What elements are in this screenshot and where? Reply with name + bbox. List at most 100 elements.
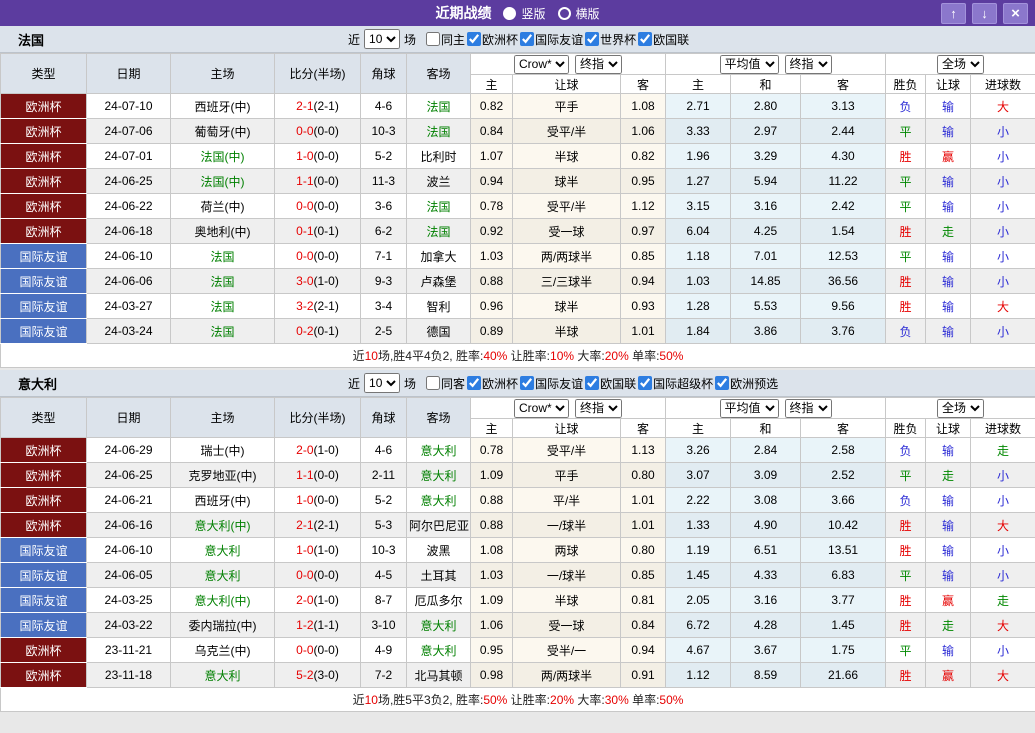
league-filter[interactable]: 欧国联 xyxy=(583,375,636,392)
handicap-away-odds-cell: 0.81 xyxy=(621,588,666,613)
result-winloss-cell: 胜 xyxy=(886,588,926,613)
odds-stage-select[interactable]: 终指 xyxy=(575,55,622,74)
result-goals-cell: 小 xyxy=(971,319,1035,344)
league-filter[interactable]: 国际友谊 xyxy=(518,375,583,392)
handicap-line-cell: 受半/一 xyxy=(513,638,621,663)
radio-vertical-layout[interactable]: 竖版 xyxy=(503,5,545,22)
result-handicap-cell: 走 xyxy=(926,463,971,488)
average-source-select[interactable]: 平均值 xyxy=(720,55,779,74)
scope-select[interactable]: 全场 xyxy=(937,55,984,74)
recent-count-select[interactable]: 10 xyxy=(364,29,400,49)
titlebar: 近期战绩 竖版 横版 ↑ ↓ × xyxy=(0,0,1035,26)
header-select-group: 平均值终指 xyxy=(666,398,886,419)
average-away-cell: 1.45 xyxy=(801,613,886,638)
result-goals-cell: 小 xyxy=(971,119,1035,144)
handicap-home-odds-cell: 0.88 xyxy=(471,269,513,294)
away-team-cell: 比利时 xyxy=(407,144,471,169)
average-stage-select[interactable]: 终指 xyxy=(785,55,832,74)
handicap-line-cell: 一/球半 xyxy=(513,563,621,588)
league-cell: 国际友谊 xyxy=(1,269,87,294)
date-cell: 24-06-05 xyxy=(87,563,171,588)
average-draw-cell: 6.51 xyxy=(731,538,801,563)
away-team-cell: 意大利 xyxy=(407,463,471,488)
table-row: 国际友谊24-03-25意大利(中)2-0(1-0)8-7厄瓜多尔1.09半球0… xyxy=(1,588,1035,613)
summary-table-row: 近10场,胜5平3负2, 胜率:50% 让胜率:20% 大率:30% 单率:50… xyxy=(1,688,1035,712)
result-winloss-cell: 平 xyxy=(886,194,926,219)
average-draw-cell: 4.90 xyxy=(731,513,801,538)
average-source-select[interactable]: 平均值 xyxy=(720,399,779,418)
radio-horizontal-layout[interactable]: 横版 xyxy=(558,5,600,22)
recent-count-select[interactable]: 10 xyxy=(364,373,400,393)
league-filter-checkbox[interactable] xyxy=(520,376,534,390)
league-filter-checkbox[interactable] xyxy=(520,32,534,46)
section-filter-row: 法国近10场同主欧洲杯国际友谊世界杯欧国联 xyxy=(0,26,1035,53)
league-filter-checkbox[interactable] xyxy=(638,376,652,390)
result-handicap-cell: 输 xyxy=(926,244,971,269)
league-filter[interactable]: 欧洲预选 xyxy=(713,375,778,392)
average-home-cell: 6.04 xyxy=(666,219,731,244)
score-cell: 1-0(0-0) xyxy=(275,144,361,169)
near-label: 近 xyxy=(348,375,360,392)
move-up-button[interactable]: ↑ xyxy=(941,3,966,24)
column-header: 主 xyxy=(666,75,731,94)
date-cell: 24-03-25 xyxy=(87,588,171,613)
league-filter-checkbox[interactable] xyxy=(467,32,481,46)
result-goals-cell: 大 xyxy=(971,513,1035,538)
corners-cell: 2-11 xyxy=(361,463,407,488)
average-away-cell: 2.58 xyxy=(801,438,886,463)
average-stage-select[interactable]: 终指 xyxy=(785,399,832,418)
corners-cell: 7-2 xyxy=(361,663,407,688)
away-team-cell: 意大利 xyxy=(407,613,471,638)
league-filter[interactable]: 欧洲杯 xyxy=(465,375,518,392)
corners-cell: 6-2 xyxy=(361,219,407,244)
league-cell: 国际友谊 xyxy=(1,613,87,638)
handicap-away-odds-cell: 0.82 xyxy=(621,144,666,169)
handicap-away-odds-cell: 1.01 xyxy=(621,319,666,344)
average-away-cell: 3.13 xyxy=(801,94,886,119)
column-header: 让球 xyxy=(926,419,971,438)
table-row: 国际友谊24-06-06法国3-0(1-0)9-3卢森堡0.88三/三球半0.9… xyxy=(1,269,1035,294)
result-handicap-cell: 输 xyxy=(926,94,971,119)
same-venue-checkbox[interactable] xyxy=(426,32,440,46)
league-filter-checkbox[interactable] xyxy=(715,376,729,390)
handicap-away-odds-cell: 1.06 xyxy=(621,119,666,144)
column-header: 让球 xyxy=(513,75,621,94)
league-filter-checkbox[interactable] xyxy=(585,376,599,390)
average-home-cell: 6.72 xyxy=(666,613,731,638)
handicap-home-odds-cell: 0.96 xyxy=(471,294,513,319)
column-header: 类型 xyxy=(1,54,87,94)
table-row: 欧洲杯23-11-18意大利5-2(3-0)7-2北马其顿0.98两/两球半0.… xyxy=(1,663,1035,688)
move-down-button[interactable]: ↓ xyxy=(972,3,997,24)
corners-cell: 5-2 xyxy=(361,144,407,169)
handicap-line-cell: 一/球半 xyxy=(513,513,621,538)
average-away-cell: 2.44 xyxy=(801,119,886,144)
handicap-home-odds-cell: 0.92 xyxy=(471,219,513,244)
league-filter[interactable]: 国际友谊 xyxy=(518,31,583,48)
same-venue-filter[interactable]: 同客 xyxy=(424,375,465,392)
result-goals-cell: 小 xyxy=(971,638,1035,663)
same-venue-filter[interactable]: 同主 xyxy=(424,31,465,48)
header-select-group: 全场 xyxy=(886,54,1035,75)
odds-source-select[interactable]: Crow* xyxy=(514,55,569,74)
same-venue-checkbox[interactable] xyxy=(426,376,440,390)
league-filter-checkbox[interactable] xyxy=(638,32,652,46)
league-filter[interactable]: 国际超级杯 xyxy=(636,375,713,392)
league-filter[interactable]: 世界杯 xyxy=(583,31,636,48)
close-button[interactable]: × xyxy=(1003,3,1028,24)
score-cell: 0-0(0-0) xyxy=(275,244,361,269)
odds-stage-select[interactable]: 终指 xyxy=(575,399,622,418)
result-goals-cell: 大 xyxy=(971,613,1035,638)
filter-controls: 近10场同主欧洲杯国际友谊世界杯欧国联 xyxy=(348,29,689,49)
handicap-home-odds-cell: 0.78 xyxy=(471,438,513,463)
score-cell: 1-1(0-0) xyxy=(275,463,361,488)
odds-source-select[interactable]: Crow* xyxy=(514,399,569,418)
scope-select[interactable]: 全场 xyxy=(937,399,984,418)
table-row: 欧洲杯24-06-29瑞士(中)2-0(1-0)4-6意大利0.78受平/半1.… xyxy=(1,438,1035,463)
league-filter[interactable]: 欧国联 xyxy=(636,31,689,48)
result-handicap-cell: 输 xyxy=(926,294,971,319)
league-filter-checkbox[interactable] xyxy=(467,376,481,390)
league-filter[interactable]: 欧洲杯 xyxy=(465,31,518,48)
home-team-cell: 意大利(中) xyxy=(171,513,275,538)
league-filter-checkbox[interactable] xyxy=(585,32,599,46)
results-table: 类型日期主场比分(半场)角球客场Crow*终指平均值终指全场主让球客主和客胜负让… xyxy=(0,397,1035,712)
